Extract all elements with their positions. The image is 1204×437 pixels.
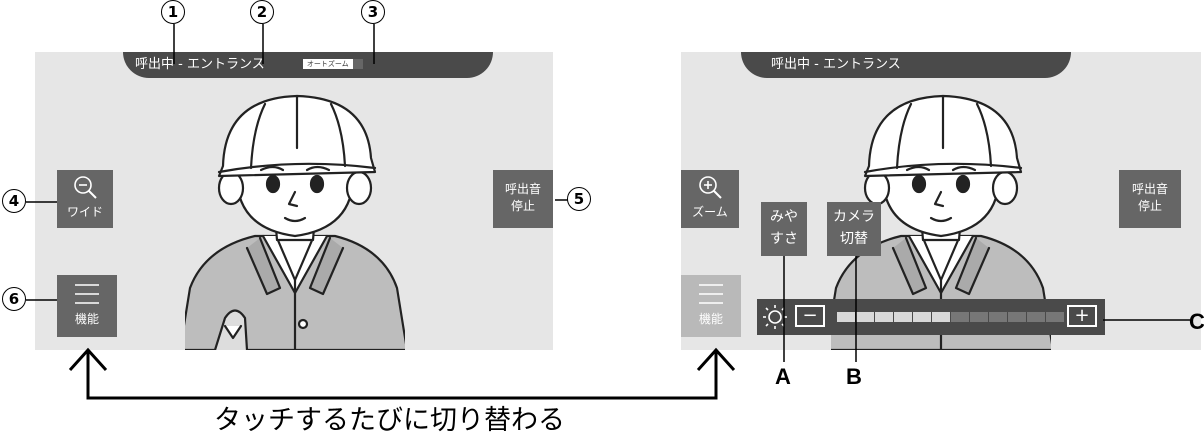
callout-c: C <box>1189 309 1204 334</box>
callout-5: 5 <box>567 187 591 211</box>
annotation-lines <box>26 24 1190 400</box>
callout-6: 6 <box>2 287 26 311</box>
callout-a: A <box>775 364 791 389</box>
callout-4: 4 <box>2 189 26 213</box>
callout-b: B <box>846 364 862 389</box>
caption: タッチするたびに切り替わる <box>214 405 565 436</box>
callout-3: 3 <box>361 0 385 24</box>
callout-2: 2 <box>250 0 274 24</box>
callout-1: 1 <box>161 0 185 24</box>
